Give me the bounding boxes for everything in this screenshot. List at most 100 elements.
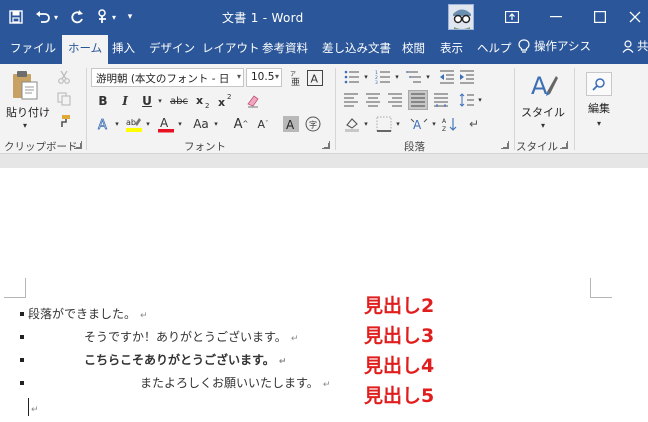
clipboard-launcher-icon[interactable] xyxy=(74,141,82,149)
tab-design[interactable]: デザイン xyxy=(149,40,195,56)
align-left-icon[interactable] xyxy=(342,91,360,109)
tell-me-label: 操作アシス xyxy=(534,39,592,53)
text-effects-dropdown-icon[interactable]: ▾ xyxy=(113,117,121,131)
font-launcher-icon[interactable] xyxy=(322,141,330,149)
tab-home[interactable]: ホーム xyxy=(62,35,109,64)
paste-dropdown-icon[interactable]: ▾ xyxy=(18,120,32,130)
copy-icon[interactable] xyxy=(56,91,72,107)
shading-dropdown-icon[interactable]: ▾ xyxy=(362,117,370,131)
styles-label[interactable]: スタイル xyxy=(520,104,566,120)
sort-icon[interactable]: AZ xyxy=(440,114,460,134)
change-case-button[interactable]: Aa xyxy=(190,114,212,134)
tab-layout[interactable]: レイアウト xyxy=(202,40,260,56)
decrease-indent-icon[interactable] xyxy=(438,68,456,86)
customize-icon[interactable]: ▾ xyxy=(122,7,138,27)
bullets-icon[interactable] xyxy=(342,68,362,86)
tell-me-search[interactable]: 操作アシス xyxy=(518,38,591,54)
tab-review[interactable]: 校閲 xyxy=(402,40,425,56)
clipboard-paste-icon[interactable] xyxy=(8,68,42,102)
document-line[interactable]: そうですか！ありがとうございます。 ↵ xyxy=(84,328,298,345)
align-center-icon[interactable] xyxy=(364,91,382,109)
touch-dropdown-icon[interactable]: ▾ xyxy=(108,7,120,27)
share-button[interactable]: 共有 xyxy=(622,38,648,54)
asian-layout-icon[interactable]: A xyxy=(408,114,430,134)
close-icon[interactable] xyxy=(622,5,648,29)
document-line[interactable]: こちらこそありがとうございます。 ↵ xyxy=(84,351,286,368)
numbering-icon[interactable]: 123 xyxy=(373,68,393,86)
margin-corner-mark xyxy=(590,278,612,298)
styles-launcher-icon[interactable] xyxy=(560,141,568,149)
heading-annotation: 見出し3 xyxy=(364,325,435,347)
text-effects-icon[interactable]: A xyxy=(95,114,113,134)
empty-paragraph[interactable]: ↵ xyxy=(31,401,39,415)
font-color-dropdown-icon[interactable]: ▾ xyxy=(176,117,184,131)
asian-layout-dropdown-icon[interactable]: ▾ xyxy=(430,117,438,131)
enclose-characters-icon[interactable]: 字 xyxy=(304,114,322,134)
clear-formatting-icon[interactable] xyxy=(244,92,262,110)
numbering-dropdown-icon[interactable]: ▾ xyxy=(393,70,401,84)
bold-button[interactable]: B xyxy=(95,92,111,110)
avatar[interactable] xyxy=(448,4,474,30)
font-size-combobox[interactable]: 10.5 ▾ xyxy=(246,68,282,87)
ribbon-display-options-icon[interactable] xyxy=(494,5,530,29)
svg-text:亜: 亜 xyxy=(291,77,300,86)
change-case-dropdown-icon[interactable]: ▾ xyxy=(212,117,220,131)
redo-icon[interactable] xyxy=(66,7,88,27)
tab-file[interactable]: ファイル xyxy=(10,40,56,56)
italic-button[interactable]: I xyxy=(117,92,133,110)
search-icon[interactable] xyxy=(586,72,612,96)
borders-icon[interactable] xyxy=(374,114,394,134)
paragraph-launcher-icon[interactable] xyxy=(501,141,509,149)
tab-help[interactable]: ヘルプ xyxy=(477,40,512,56)
highlight-color-icon[interactable]: ab xyxy=(124,114,144,134)
character-shading-icon[interactable]: A xyxy=(282,114,300,134)
strikethrough-button[interactable]: abc xyxy=(168,92,190,110)
multilevel-list-icon[interactable] xyxy=(404,68,424,86)
borders-dropdown-icon[interactable]: ▾ xyxy=(394,117,402,131)
subscript-button[interactable]: x2 xyxy=(194,92,212,110)
styles-dropdown-icon[interactable]: ▾ xyxy=(536,120,550,130)
underline-button[interactable]: U xyxy=(139,92,155,110)
tab-insert[interactable]: 挿入 xyxy=(112,40,135,56)
minimize-icon[interactable] xyxy=(538,5,574,29)
highlight-dropdown-icon[interactable]: ▾ xyxy=(144,117,152,131)
styles-gallery-icon[interactable]: A xyxy=(526,68,562,102)
superscript-button[interactable]: x2 xyxy=(216,92,234,110)
character-border-icon[interactable]: A xyxy=(306,68,324,87)
editing-label[interactable]: 編集 xyxy=(580,100,618,116)
line-spacing-icon[interactable] xyxy=(458,91,476,109)
increase-indent-icon[interactable] xyxy=(458,68,476,86)
line-text: またよろしくお願いいたします。 xyxy=(140,376,319,390)
phonetic-guide-icon[interactable]: ア亜 xyxy=(286,68,304,87)
paste-label[interactable]: 貼り付け xyxy=(6,104,50,120)
bullet-icon xyxy=(20,381,24,385)
document-line[interactable]: またよろしくお願いいたします。 ↵ xyxy=(140,374,330,391)
font-name-combobox[interactable]: 游明朝 (本文のフォント - 日 ▾ xyxy=(91,68,244,87)
shading-icon[interactable] xyxy=(342,114,362,134)
save-icon[interactable] xyxy=(5,7,27,27)
tab-mailings[interactable]: 差し込み文書 xyxy=(322,40,391,56)
underline-dropdown-icon[interactable]: ▾ xyxy=(156,94,164,108)
font-color-icon[interactable]: A xyxy=(156,114,176,134)
paragraph-mark-icon: ↵ xyxy=(322,380,331,390)
cut-icon[interactable] xyxy=(56,69,72,85)
align-right-icon[interactable] xyxy=(386,91,404,109)
shrink-font-button[interactable]: Aˇ xyxy=(254,114,272,134)
distributed-icon[interactable] xyxy=(432,91,450,109)
tab-references[interactable]: 参考資料 xyxy=(262,40,308,56)
multilevel-dropdown-icon[interactable]: ▾ xyxy=(424,70,432,84)
svg-text:2: 2 xyxy=(227,93,231,101)
show-formatting-marks-icon[interactable]: ↵ xyxy=(464,114,484,134)
editing-dropdown-icon[interactable]: ▾ xyxy=(592,118,606,128)
grow-font-button[interactable]: A ^ xyxy=(232,114,250,134)
undo-dropdown-icon[interactable]: ▾ xyxy=(50,7,62,27)
justify-icon[interactable] xyxy=(408,90,428,110)
bullets-dropdown-icon[interactable]: ▾ xyxy=(362,70,370,84)
maximize-icon[interactable] xyxy=(582,5,618,29)
document-line[interactable]: 段落ができました。 ↵ xyxy=(28,305,148,322)
paragraph-mark-icon: ↵ xyxy=(31,405,39,415)
line-spacing-dropdown-icon[interactable]: ▾ xyxy=(476,93,484,107)
format-painter-icon[interactable] xyxy=(56,113,72,129)
tab-view[interactable]: 表示 xyxy=(440,40,463,56)
group-divider xyxy=(335,68,336,150)
